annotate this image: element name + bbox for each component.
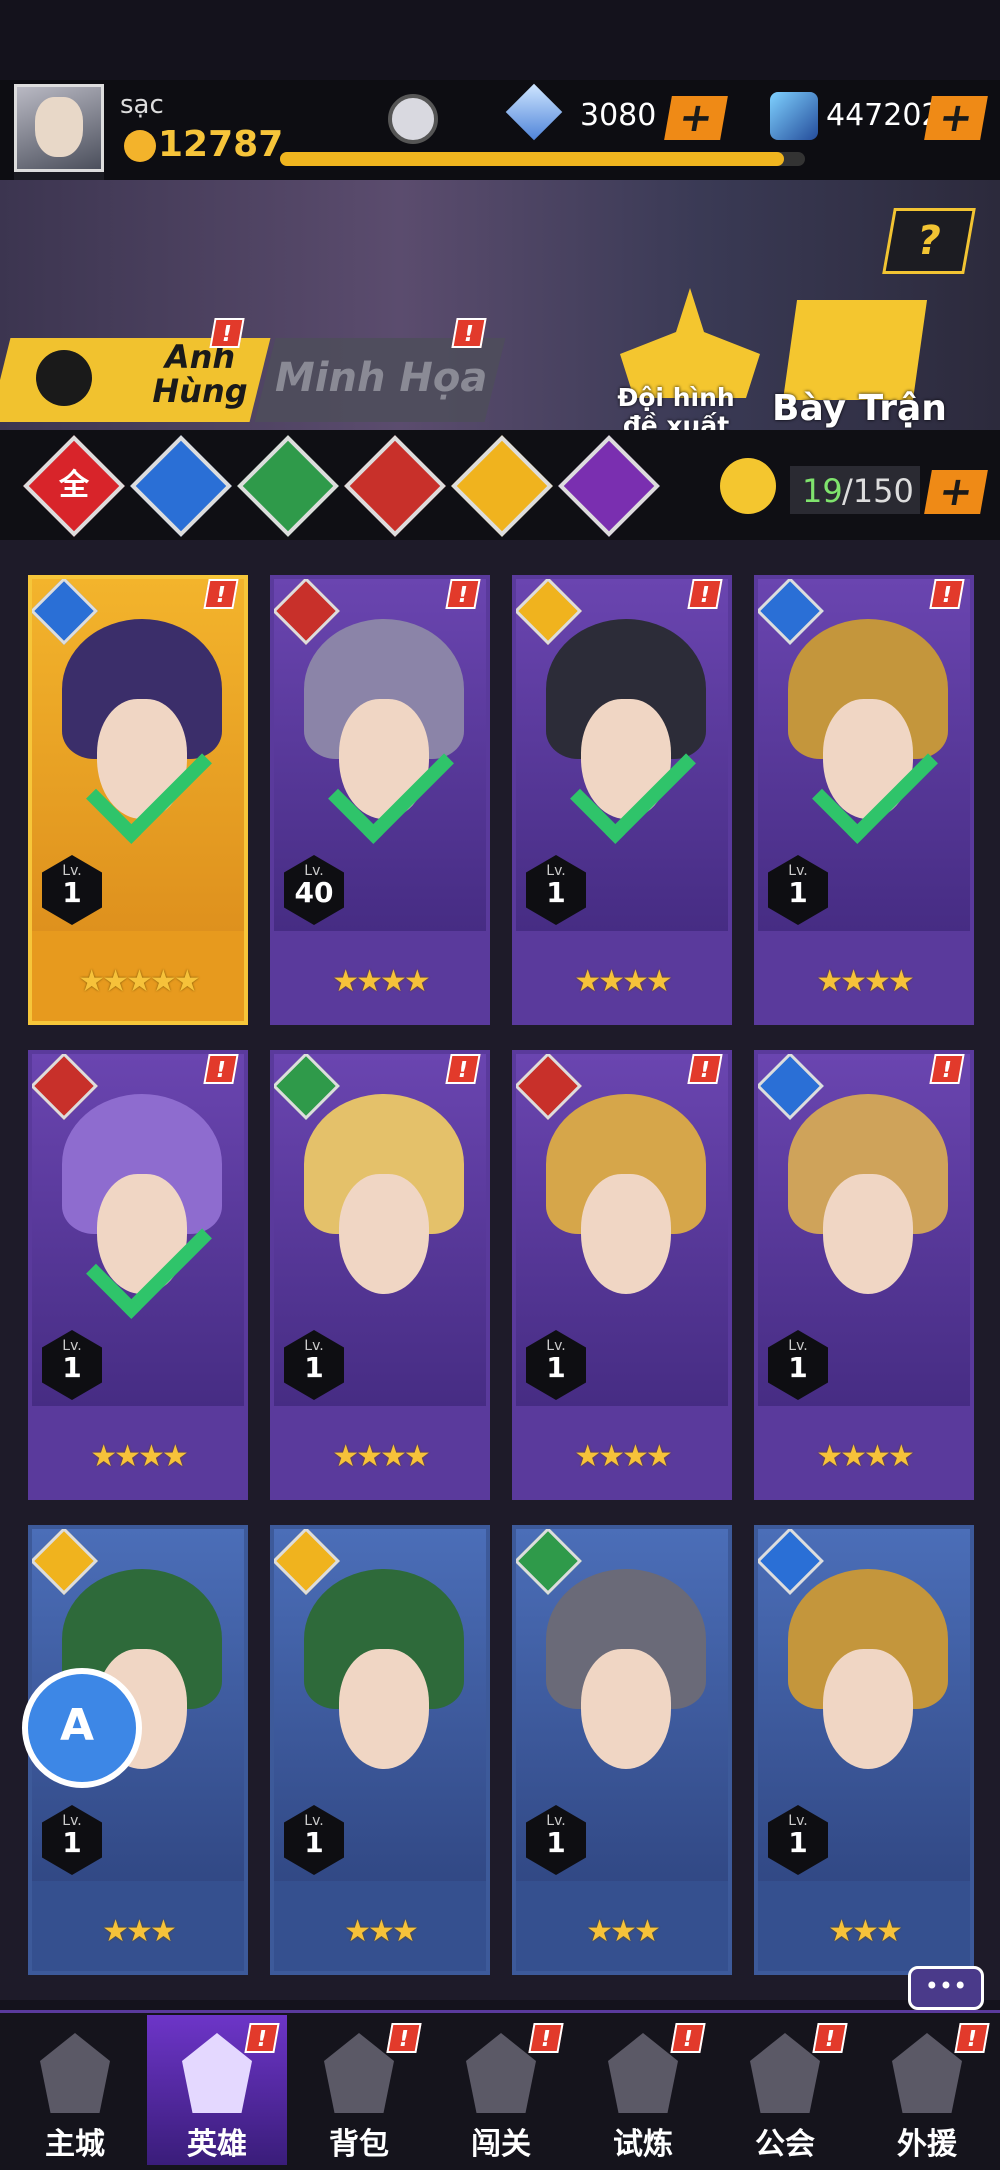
hero-alert-icon: ! [929,1054,965,1084]
nav-label: 英雄 [187,2127,247,2162]
hero-star-rating: ★★★★ [574,1439,673,1474]
hero-card[interactable]: Lv. 1 ★★★★! [512,575,732,1025]
add-coins-button[interactable]: + [924,95,988,141]
nav-label: 主城 [45,2127,105,2162]
hero-card[interactable]: Lv. 1 ★★★ [512,1525,732,1975]
castle-icon [40,2033,110,2113]
nav-item-backpack[interactable]: ! 背包 [289,2015,429,2165]
gold-coin-icon [124,130,156,162]
guild-icon [750,2033,820,2113]
hero-card[interactable]: Lv. 1 ★★★ [270,1525,490,1975]
chat-button[interactable]: ••• [908,1966,984,2010]
tab-heroes-alert-icon: ! [209,318,245,348]
coin-amount: 447202 [826,98,941,133]
gold-amount: 12787 [158,124,284,165]
hero-level: 1 [62,1351,82,1384]
filter-all-label: 全 [59,468,89,503]
hero-card[interactable]: Lv. 1 ★★★ [754,1525,974,1975]
player-name: sạc [120,90,164,120]
hero-level: 1 [62,1826,82,1859]
nav-alert-icon: ! [954,2023,990,2053]
nav-item-trial[interactable]: ! 试炼 [573,2015,713,2165]
backpack-icon [324,2033,394,2113]
help-button[interactable]: ? [882,208,976,274]
hero-count-current: 19 [802,472,843,510]
exp-coin-icon [770,92,818,140]
hero-level: 1 [546,876,566,909]
player-avatar[interactable] [14,84,104,172]
hero-star-rating: ★★★★ [574,964,673,999]
support-icon [892,2033,962,2113]
hero-star-rating: ★★★★ [332,964,431,999]
hero-count-max: /150 [842,472,914,510]
hero-level: 1 [304,1826,324,1859]
hero-card[interactable]: Lv. 40 ★★★★! [270,575,490,1025]
hero-card[interactable]: Lv. 1 ★★★★! [512,1050,732,1500]
gem-amount: 3080 [580,98,657,133]
hero-head-icon [36,350,92,406]
hero-star-rating: ★★★ [344,1914,419,1949]
nav-alert-icon: ! [244,2023,280,2053]
hero-star-rating: ★★★ [586,1914,661,1949]
settings-icon[interactable] [388,94,438,144]
hero-level: 1 [546,1826,566,1859]
hero-level: 1 [546,1351,566,1384]
xp-bar-fill [280,152,784,166]
hero-star-rating: ★★★ [102,1914,177,1949]
hero-star-rating: ★★★★ [816,964,915,999]
hero-level: 1 [304,1351,324,1384]
hero-card[interactable]: Lv. 1 ★★★★! [28,1050,248,1500]
hero-icon [182,2033,252,2113]
add-gems-button[interactable]: + [664,95,728,141]
hero-star-rating: ★★★★ [90,1439,189,1474]
nav-label: 公会 [755,2127,815,2162]
hero-alert-icon: ! [929,579,965,609]
hero-star-rating: ★★★★ [816,1439,915,1474]
nav-item-hero[interactable]: ! 英雄 [147,2015,287,2165]
hero-star-rating: ★★★ [828,1914,903,1949]
nav-alert-icon: ! [386,2023,422,2053]
stage-icon [466,2033,536,2113]
formation-icon[interactable] [782,300,928,400]
nav-item-stage[interactable]: ! 闯关 [431,2015,571,2165]
hero-level: 1 [788,876,808,909]
formation-label[interactable]: Bày Trận [772,388,947,429]
nav-label: 外援 [897,2127,957,2162]
hero-card[interactable]: Lv. 1 ★★★★! [754,575,974,1025]
hero-alert-icon: ! [203,579,239,609]
nav-alert-icon: ! [528,2023,564,2053]
hero-alert-icon: ! [445,579,481,609]
tab-heroes-label: Anh Hùng [152,338,248,410]
hero-card[interactable]: Lv. 1 ★★★★! [270,1050,490,1500]
hero-level: 1 [788,1826,808,1859]
hero-alert-icon: ! [203,1054,239,1084]
nav-label: 背包 [329,2127,389,2162]
hero-count-icon [720,458,776,514]
hero-card[interactable]: Lv. 1 ★★★★★! [28,575,248,1025]
nav-item-guild[interactable]: ! 公会 [715,2015,855,2165]
nav-alert-icon: ! [812,2023,848,2053]
hero-level: 1 [62,876,82,909]
tab-illustrations-label: Minh Họa [275,355,488,401]
hero-level: 40 [294,876,334,909]
hero-alert-icon: ! [687,579,723,609]
tab-illustrations-alert-icon: ! [451,318,487,348]
translate-button[interactable] [22,1668,142,1788]
hero-star-rating: ★★★★ [332,1439,431,1474]
expand-hero-slots-button[interactable]: + [924,469,988,515]
nav-label: 试炼 [613,2127,673,2162]
nav-label: 闯关 [471,2127,531,2162]
hero-star-rating: ★★★★★ [78,964,200,999]
hero-level: 1 [788,1351,808,1384]
hero-alert-icon: ! [445,1054,481,1084]
nav-item-support[interactable]: ! 外援 [857,2015,997,2165]
trial-icon [608,2033,678,2113]
nav-item-castle[interactable]: 主城 [5,2015,145,2165]
nav-alert-icon: ! [670,2023,706,2053]
hero-alert-icon: ! [687,1054,723,1084]
hero-card[interactable]: Lv. 1 ★★★★! [754,1050,974,1500]
